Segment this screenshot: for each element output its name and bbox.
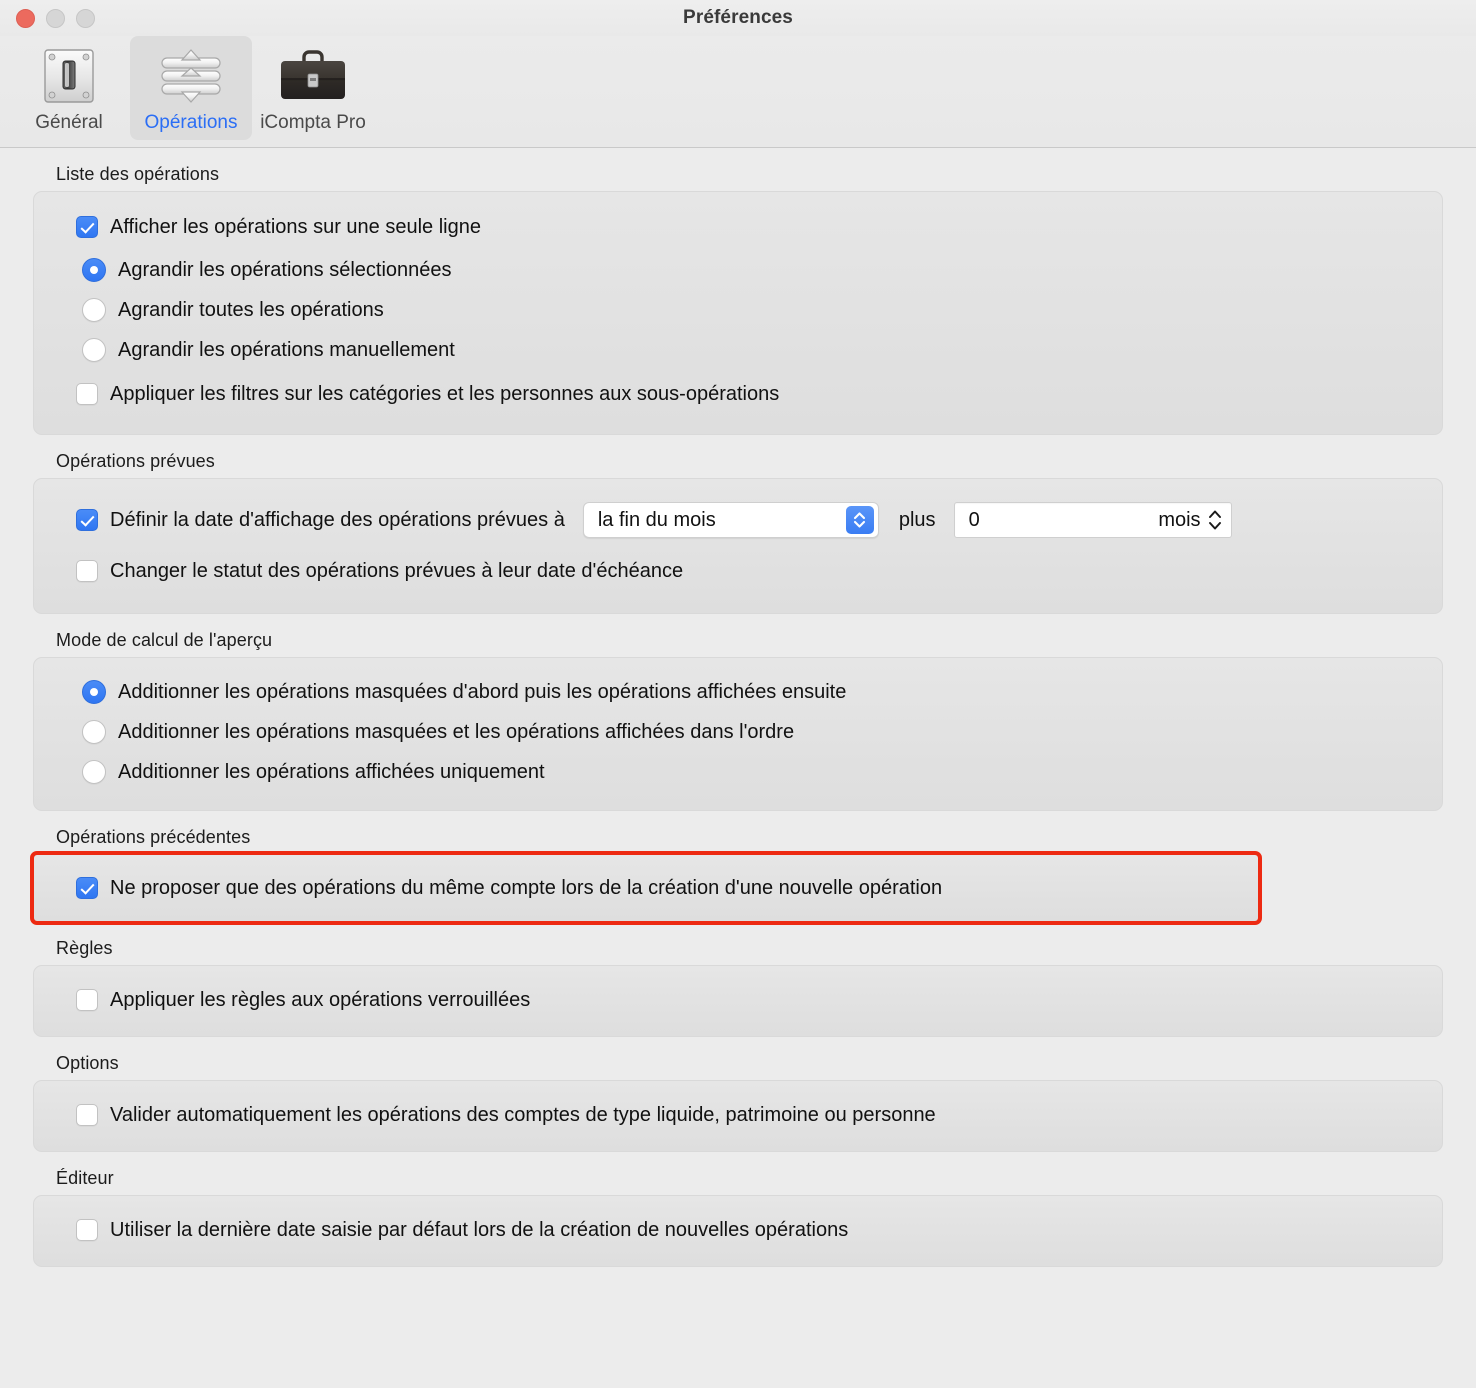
group-box: Valider automatiquement les opérations d…: [33, 1080, 1443, 1152]
checkbox-meme-compte[interactable]: [76, 877, 98, 899]
option-row-agrandir-selectionnees[interactable]: Agrandir les opérations sélectionnées: [34, 250, 1442, 290]
checkbox-appliquer-filtres[interactable]: [76, 383, 98, 405]
option-row-derniere-date-saisie[interactable]: Utiliser la dernière date saisie par déf…: [34, 1210, 1442, 1250]
radio-masquees-dans-lordre[interactable]: [82, 720, 106, 744]
section-label: Règles: [56, 938, 113, 958]
checkbox-derniere-date-saisie[interactable]: [76, 1219, 98, 1241]
briefcase-icon: [276, 42, 350, 110]
option-label: Valider automatiquement les opérations d…: [110, 1103, 936, 1126]
section-regles: Règles Appliquer les règles aux opératio…: [33, 922, 1443, 1037]
section-label: Mode de calcul de l'aperçu: [56, 630, 273, 650]
tab-operations[interactable]: Opérations: [130, 36, 252, 140]
option-label: Appliquer les filtres sur les catégories…: [110, 382, 780, 405]
section-operations-prevues: Opérations prévues Définir la date d'aff…: [33, 435, 1443, 614]
window-title: Préférences: [683, 7, 793, 28]
checkbox-definir-date-affichage[interactable]: [76, 509, 98, 531]
stepper-arrows-icon[interactable]: [1207, 507, 1223, 533]
stepper-right-group: mois: [1158, 507, 1222, 533]
tab-general-label: Général: [35, 112, 103, 133]
section-label: Liste des opérations: [56, 164, 220, 184]
option-row-agrandir-manuellement[interactable]: Agrandir les opérations manuellement: [34, 330, 1442, 370]
radio-agrandir-manuellement[interactable]: [82, 338, 106, 362]
preferences-toolbar: Général Opérations iCompta Pro: [0, 36, 1476, 148]
checkbox-valider-automatiquement[interactable]: [76, 1104, 98, 1126]
option-row-changer-statut[interactable]: Changer le statut des opérations prévues…: [34, 547, 1442, 595]
tab-operations-label: Opérations: [144, 112, 238, 133]
option-label: Additionner les opérations masquées d'ab…: [118, 680, 847, 703]
option-row-masquees-dabord[interactable]: Additionner les opérations masquées d'ab…: [34, 672, 1442, 712]
window-titlebar: Préférences: [0, 0, 1476, 36]
checkbox-changer-statut[interactable]: [76, 560, 98, 582]
group-box-highlighted: Ne proposer que des opérations du même c…: [30, 851, 1262, 925]
section-editeur: Éditeur Utiliser la dernière date saisie…: [33, 1152, 1443, 1267]
stepper-value: 0: [968, 508, 980, 531]
option-label: Afficher les opérations sur une seule li…: [110, 215, 481, 238]
section-label: Opérations prévues: [56, 451, 215, 471]
light-switch-icon: [32, 42, 106, 110]
select-date-affichage[interactable]: la fin du mois: [582, 502, 879, 538]
tab-icompta-pro-label: iCompta Pro: [260, 112, 366, 133]
section-operations-precedentes: Opérations précédentes Ne proposer que d…: [30, 811, 1443, 925]
group-box: Appliquer les règles aux opérations verr…: [33, 965, 1443, 1037]
stepper-months[interactable]: 0 mois: [953, 502, 1232, 538]
option-label: Additionner les opérations masquées et l…: [118, 720, 795, 743]
preferences-content: Liste des opérations Afficher les opérat…: [0, 148, 1476, 1267]
chevron-up-down-icon: [845, 506, 874, 534]
checkbox-regles-verrouillees[interactable]: [76, 989, 98, 1011]
group-box: Afficher les opérations sur une seule li…: [33, 191, 1443, 435]
plus-label: plus: [898, 508, 936, 531]
option-row-afficher-une-seule-ligne[interactable]: Afficher les opérations sur une seule li…: [34, 204, 1442, 250]
option-row-affichees-uniquement[interactable]: Additionner les opérations affichées uni…: [34, 752, 1442, 792]
sliders-icon: [154, 42, 228, 110]
option-row-regles-verrouillees[interactable]: Appliquer les règles aux opérations verr…: [34, 980, 1442, 1020]
option-label: Définir la date d'affichage des opératio…: [110, 508, 565, 531]
select-value: la fin du mois: [597, 508, 716, 531]
option-label: Utiliser la dernière date saisie par déf…: [110, 1218, 849, 1241]
group-box: Utiliser la dernière date saisie par déf…: [33, 1195, 1443, 1267]
radio-masquees-dabord[interactable]: [82, 680, 106, 704]
option-label: Additionner les opérations affichées uni…: [118, 760, 545, 783]
section-options: Options Valider automatiquement les opér…: [33, 1037, 1443, 1152]
stepper-unit-label: mois: [1158, 508, 1201, 531]
section-label: Opérations précédentes: [56, 827, 251, 847]
radio-affichees-uniquement[interactable]: [82, 760, 106, 784]
option-row-meme-compte[interactable]: Ne proposer que des opérations du même c…: [34, 868, 1258, 908]
section-liste-des-operations: Liste des opérations Afficher les opérat…: [33, 148, 1443, 435]
section-label: Options: [56, 1053, 119, 1073]
tab-general[interactable]: Général: [8, 36, 130, 140]
section-mode-de-calcul: Mode de calcul de l'aperçu Additionner l…: [33, 614, 1443, 811]
option-row-appliquer-filtres[interactable]: Appliquer les filtres sur les catégories…: [34, 370, 1442, 418]
option-label: Agrandir toutes les opérations: [118, 298, 384, 321]
option-label: Appliquer les règles aux opérations verr…: [110, 988, 531, 1011]
group-box: Additionner les opérations masquées d'ab…: [33, 657, 1443, 811]
radio-agrandir-selectionnees[interactable]: [82, 258, 106, 282]
option-label: Agrandir les opérations manuellement: [118, 338, 455, 361]
option-row-masquees-dans-lordre[interactable]: Additionner les opérations masquées et l…: [34, 712, 1442, 752]
tab-icompta-pro[interactable]: iCompta Pro: [252, 36, 374, 140]
option-label: Agrandir les opérations sélectionnées: [118, 258, 452, 281]
option-row-date-affichage[interactable]: Définir la date d'affichage des opératio…: [34, 493, 1442, 547]
option-row-agrandir-toutes[interactable]: Agrandir toutes les opérations: [34, 290, 1442, 330]
section-label: Éditeur: [56, 1168, 114, 1188]
option-label: Changer le statut des opérations prévues…: [110, 559, 684, 582]
group-box: Définir la date d'affichage des opératio…: [33, 478, 1443, 614]
radio-agrandir-toutes[interactable]: [82, 298, 106, 322]
option-row-valider-automatiquement[interactable]: Valider automatiquement les opérations d…: [34, 1095, 1442, 1135]
option-label: Ne proposer que des opérations du même c…: [110, 876, 943, 899]
checkbox-afficher-une-seule-ligne[interactable]: [76, 216, 98, 238]
